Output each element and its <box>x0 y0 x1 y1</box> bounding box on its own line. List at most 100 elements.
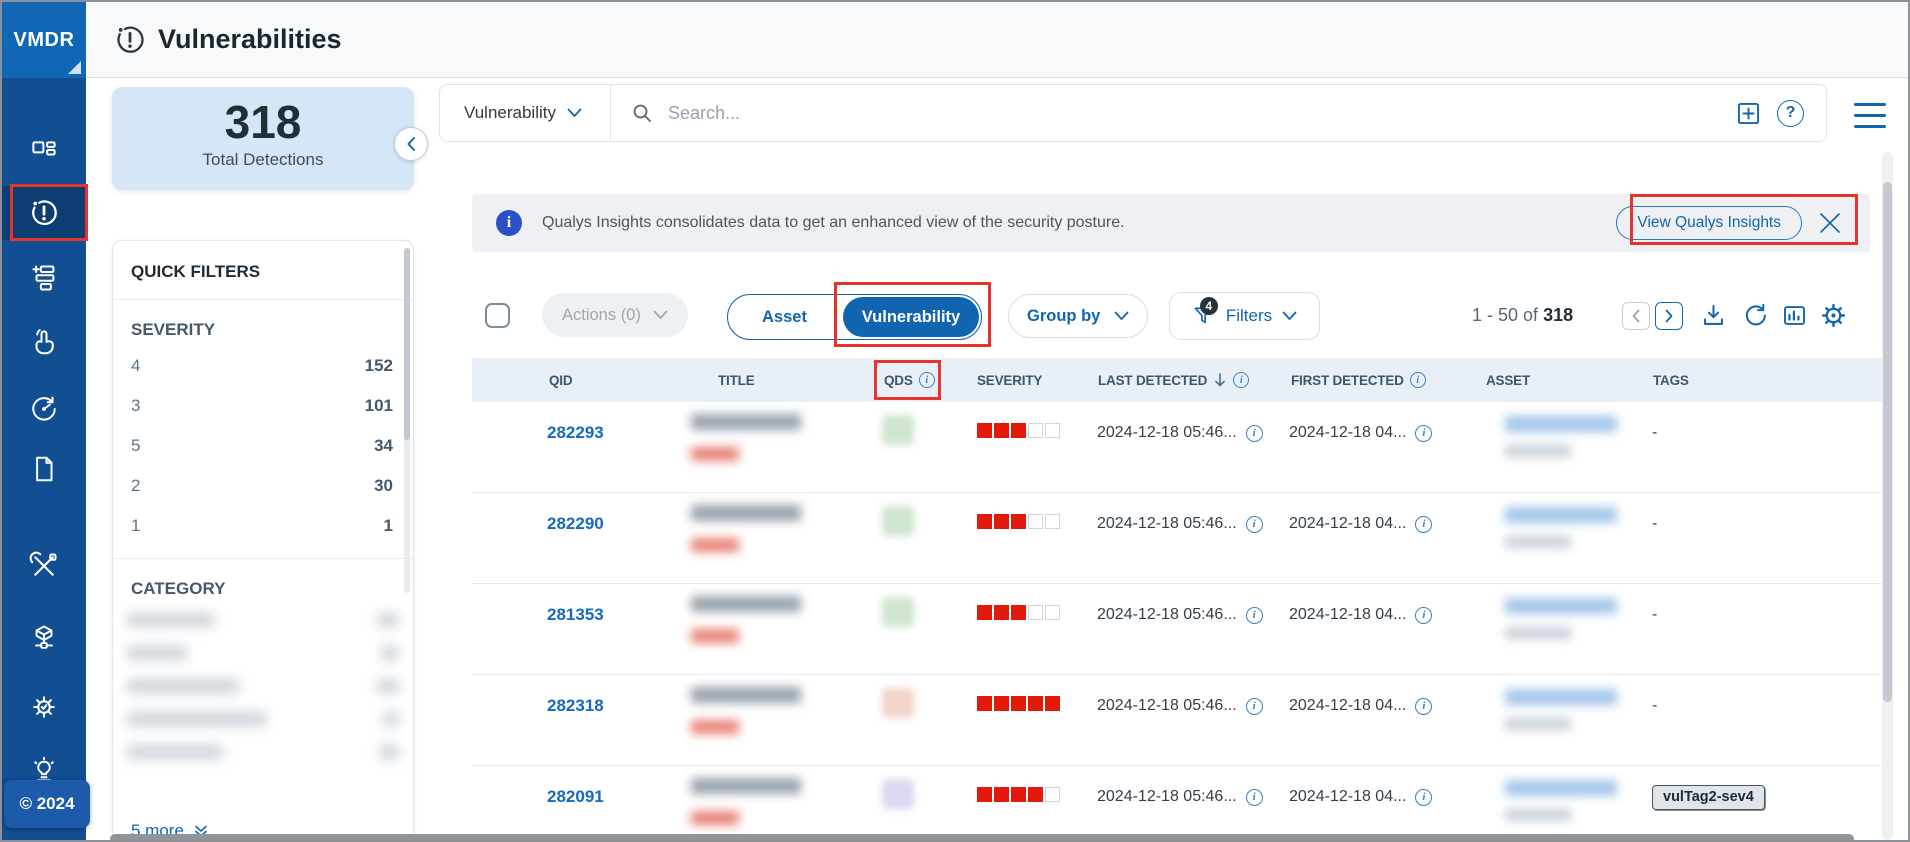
table-row[interactable]: 282293 2024-12-18 05:46...i 2024-12-18 0… <box>472 402 1882 493</box>
help-icon[interactable]: ? <box>1777 100 1804 127</box>
sidebar-item-tools[interactable] <box>12 539 76 593</box>
sidebar-item-prioritization[interactable] <box>12 251 76 305</box>
info-icon[interactable]: i <box>1246 425 1263 442</box>
vmdr-app-window: VMDR <box>0 0 1910 842</box>
info-icon: i <box>496 210 522 236</box>
redacted-title <box>691 505 882 552</box>
search-scope-dropdown[interactable]: Vulnerability <box>440 85 611 141</box>
qid-link[interactable]: 282318 <box>547 675 604 716</box>
severity-filter-row[interactable]: 4 152 <box>113 346 413 386</box>
severity-value: 4 <box>131 356 140 376</box>
qds-score-badge <box>882 415 914 445</box>
column-header-tags[interactable]: TAGS <box>1652 373 1882 388</box>
next-page-button[interactable] <box>1655 302 1683 330</box>
info-icon[interactable]: i <box>1415 698 1432 715</box>
vertical-scrollbar-thumb[interactable] <box>1883 182 1892 702</box>
column-header-last-detected[interactable]: LAST DETECTED i <box>1097 372 1289 388</box>
severity-filter-row[interactable]: 2 30 <box>113 466 413 506</box>
table-row[interactable]: 281353 2024-12-18 05:46...i 2024-12-18 0… <box>472 584 1882 675</box>
asset-view-tab[interactable]: Asset <box>728 295 841 339</box>
sidebar-item-vulnerabilities[interactable] <box>2 186 86 240</box>
qid-link[interactable]: 282293 <box>547 402 604 443</box>
info-icon[interactable]: i <box>1415 607 1432 624</box>
info-icon[interactable]: i <box>1246 516 1263 533</box>
sidebar-item-threats[interactable] <box>12 680 76 734</box>
add-widget-icon[interactable] <box>1735 100 1762 127</box>
chevron-down-icon <box>1282 311 1297 321</box>
first-detected-value: 2024-12-18 04... <box>1289 606 1406 624</box>
actions-dropdown[interactable]: Actions (0) <box>542 293 688 337</box>
severity-filter-row[interactable]: 5 34 <box>113 426 413 466</box>
total-detections-count: 318 <box>112 95 414 149</box>
select-all-checkbox[interactable] <box>485 303 510 328</box>
table-row[interactable]: 282318 2024-12-18 05:46...i 2024-12-18 0… <box>472 675 1882 766</box>
total-detections-label: Total Detections <box>112 150 414 170</box>
info-icon[interactable]: i <box>1246 789 1263 806</box>
filters-dropdown[interactable]: 4 Filters <box>1169 292 1320 340</box>
column-header-first-detected[interactable]: FIRST DETECTEDi <box>1289 372 1435 388</box>
severity-value: 2 <box>131 476 140 496</box>
download-icon[interactable] <box>1700 302 1727 329</box>
table-row[interactable]: 282091 2024-12-18 05:46...i 2024-12-18 0… <box>472 766 1882 842</box>
search-bar: Vulnerability ? <box>439 84 1827 142</box>
previous-page-button[interactable] <box>1622 302 1650 330</box>
qid-link[interactable]: 282290 <box>547 493 604 534</box>
severity-filter-row[interactable]: 1 1 <box>113 506 413 546</box>
dial-icon <box>29 394 59 424</box>
panel-scrollbar-thumb[interactable] <box>404 248 410 440</box>
sidebar-item-reports[interactable] <box>12 442 76 496</box>
info-icon[interactable]: i <box>1415 425 1432 442</box>
qds-score-badge <box>882 688 914 718</box>
table-row[interactable]: 282290 2024-12-18 05:46...i 2024-12-18 0… <box>472 493 1882 584</box>
refresh-icon[interactable] <box>1742 302 1769 329</box>
sidebar-item-scans[interactable] <box>12 382 76 436</box>
sidebar-item-responses[interactable] <box>12 315 76 369</box>
column-header-qds[interactable]: QDSi <box>882 372 977 388</box>
actions-label: Actions (0) <box>562 306 641 325</box>
severity-filter-row[interactable]: 3 101 <box>113 386 413 426</box>
document-icon <box>29 454 59 484</box>
search-input[interactable] <box>668 103 1735 124</box>
menu-icon[interactable] <box>1854 103 1886 136</box>
severity-count: 1 <box>384 516 393 536</box>
sidebar: VMDR <box>2 2 86 840</box>
qid-link[interactable]: 282091 <box>547 766 604 807</box>
sidebar-item-dashboard[interactable] <box>12 126 76 180</box>
info-icon[interactable]: i <box>1415 516 1432 533</box>
severity-bars <box>977 423 1097 438</box>
column-header-qid[interactable]: QID <box>547 373 662 388</box>
severity-count: 101 <box>365 396 393 416</box>
info-icon[interactable]: i <box>1246 698 1263 715</box>
qds-score-badge <box>882 597 914 627</box>
qid-link[interactable]: 281353 <box>547 584 604 625</box>
vulnerability-view-tab[interactable]: Vulnerability <box>843 297 979 337</box>
chevron-right-icon <box>1664 309 1674 323</box>
column-header-title[interactable]: TITLE <box>662 373 882 388</box>
info-icon[interactable]: i <box>919 372 935 388</box>
gear-icon[interactable] <box>1820 302 1847 329</box>
view-qualys-insights-button[interactable]: View Qualys Insights <box>1616 206 1802 240</box>
last-detected-value: 2024-12-18 05:46... <box>1097 424 1237 442</box>
horizontal-scrollbar-thumb[interactable] <box>110 834 1854 842</box>
group-by-dropdown[interactable]: Group by <box>1008 294 1148 338</box>
vertical-scrollbar <box>1882 152 1893 840</box>
sidebar-item-assets[interactable] <box>12 611 76 665</box>
vmdr-logo[interactable]: VMDR <box>2 2 86 78</box>
collapse-panel-button[interactable] <box>394 127 428 161</box>
chart-icon[interactable] <box>1781 302 1808 329</box>
info-icon[interactable]: i <box>1246 607 1263 624</box>
chevron-down-icon <box>1114 311 1129 321</box>
vulnerability-gauge-icon <box>114 24 146 56</box>
severity-count: 30 <box>374 476 393 496</box>
info-icon[interactable]: i <box>1410 372 1426 388</box>
info-icon[interactable]: i <box>1233 372 1249 388</box>
qds-score-badge <box>882 506 914 536</box>
close-icon[interactable] <box>1816 209 1844 237</box>
info-icon[interactable]: i <box>1415 789 1432 806</box>
redacted-title <box>691 687 882 734</box>
view-mode-segment: Asset Vulnerability <box>727 294 982 340</box>
filters-count-badge: 4 <box>1200 297 1218 315</box>
column-header-asset[interactable]: ASSET <box>1435 373 1652 388</box>
search-scope-value: Vulnerability <box>464 103 556 123</box>
column-header-severity[interactable]: SEVERITY <box>977 373 1097 388</box>
